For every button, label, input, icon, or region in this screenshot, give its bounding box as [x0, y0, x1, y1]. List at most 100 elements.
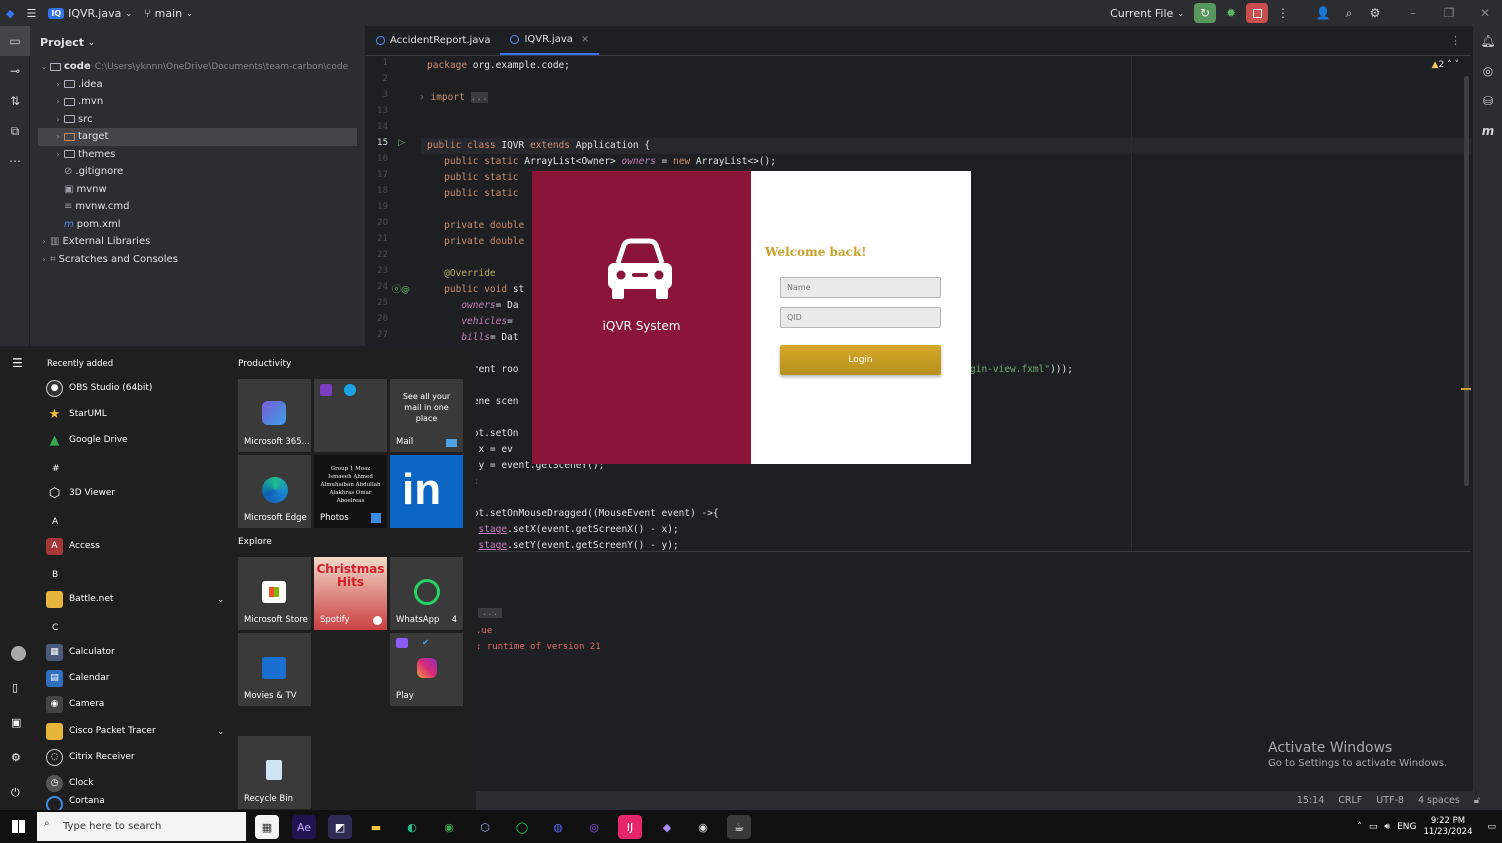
- stop-icon[interactable]: [1246, 3, 1268, 23]
- letter-heading[interactable]: C: [52, 623, 58, 633]
- rerun-icon[interactable]: ↻: [1194, 3, 1216, 23]
- minimize-icon[interactable]: –: [1402, 3, 1424, 23]
- project-header[interactable]: Project ⌄: [30, 26, 365, 58]
- pictures-icon[interactable]: ▣: [11, 716, 21, 729]
- taskbar-search-box[interactable]: ⌕ Type here to search: [37, 812, 246, 841]
- app-calendar[interactable]: ▤ Calendar: [46, 665, 226, 691]
- app-access[interactable]: A Access: [46, 533, 226, 559]
- tree-item-target[interactable]: › target: [38, 128, 357, 146]
- tile-movies-tv[interactable]: Movies & TV: [238, 633, 311, 706]
- tile-whatsapp[interactable]: WhatsApp 4: [390, 557, 463, 630]
- maven-icon[interactable]: m: [1473, 116, 1502, 146]
- chat-app-icon[interactable]: ◆: [655, 815, 679, 839]
- letter-heading[interactable]: #: [52, 464, 60, 474]
- app-3d-viewer[interactable]: ⬡ 3D Viewer: [46, 480, 226, 506]
- console-fold[interactable]: ...: [478, 608, 503, 618]
- add-user-icon[interactable]: 👤: [1312, 3, 1334, 23]
- app-calculator[interactable]: ▦ Calculator: [46, 639, 226, 665]
- tile-recycle-bin[interactable]: Recycle Bin: [238, 736, 311, 809]
- line-separator[interactable]: CRLF: [1338, 795, 1362, 806]
- app-google-drive[interactable]: ▲ Google Drive: [46, 427, 226, 453]
- app-battlenet[interactable]: Battle.net ⌄: [46, 586, 226, 612]
- tree-item-mvn[interactable]: › .mvn: [38, 93, 365, 111]
- override-gutter-icon[interactable]: ⓞ@: [392, 282, 410, 295]
- edge-taskbar-icon[interactable]: ◐: [400, 815, 424, 839]
- letter-heading[interactable]: A: [52, 517, 58, 527]
- app-citrix[interactable]: ◌ Citrix Receiver: [46, 744, 226, 770]
- warnings-indicator[interactable]: ▲2 ˄ ˅: [1432, 60, 1459, 70]
- windows-start-icon[interactable]: [12, 820, 25, 833]
- tree-item-gitignore[interactable]: ⊘ .gitignore: [38, 163, 365, 181]
- letter-heading[interactable]: B: [52, 570, 58, 580]
- run-gutter-icon[interactable]: ▷: [398, 138, 405, 148]
- debug-icon[interactable]: ✹: [1220, 3, 1242, 23]
- search-icon[interactable]: ⌕: [1338, 3, 1360, 23]
- tile-photos[interactable]: Group 1 Moaz Ismaeeh Ahmed Almuhaiban Ab…: [314, 455, 387, 528]
- close-icon[interactable]: ✕: [1474, 3, 1496, 23]
- app-cortana[interactable]: Cortana: [46, 796, 226, 810]
- project-selector[interactable]: IQ IQVR.java ⌄: [42, 0, 138, 26]
- tile-office-apps[interactable]: [314, 379, 387, 452]
- tile-microsoft-edge[interactable]: Microsoft Edge: [238, 455, 311, 528]
- notifications-icon[interactable]: 🔔︎: [1473, 26, 1502, 56]
- file-encoding[interactable]: UTF-8: [1376, 795, 1404, 806]
- gear-icon[interactable]: ⚙: [1364, 3, 1386, 23]
- chevron-up-icon[interactable]: ˄: [1357, 822, 1362, 832]
- app-camera[interactable]: ◉ Camera: [46, 691, 226, 717]
- github-desktop-icon[interactable]: ◎: [582, 815, 606, 839]
- documents-icon[interactable]: ▯: [12, 681, 18, 694]
- tree-item-mvnw[interactable]: ▣ mvnw: [38, 181, 365, 199]
- obs-taskbar-icon[interactable]: ◉: [691, 815, 715, 839]
- restore-icon[interactable]: ❐: [1438, 3, 1460, 23]
- power-icon[interactable]: ⏻: [11, 786, 20, 800]
- app-cisco[interactable]: Cisco Packet Tracer ⌄: [46, 718, 226, 744]
- run-config-selector[interactable]: Current File ⌄: [1104, 0, 1190, 26]
- login-button[interactable]: Login: [780, 345, 941, 375]
- structure-icon[interactable]: ⧉: [0, 116, 30, 146]
- database-icon[interactable]: ⛁: [1473, 86, 1502, 116]
- tab-accident-report[interactable]: AccidentReport.java: [366, 25, 500, 55]
- file-explorer-icon[interactable]: ▬: [364, 815, 388, 839]
- tile-spotify[interactable]: Christmas Hits Spotify: [314, 557, 387, 630]
- tile-microsoft-365[interactable]: Microsoft 365...: [238, 379, 311, 452]
- intellij-icon[interactable]: IJ: [618, 815, 642, 839]
- editor-scrollbar[interactable]: [1464, 76, 1469, 486]
- language-indicator[interactable]: ENG: [1397, 822, 1416, 832]
- tree-item-idea[interactable]: › .idea: [38, 76, 365, 94]
- branch-selector[interactable]: ⑂ main ⌄: [138, 0, 199, 26]
- tree-item-src[interactable]: › src: [38, 111, 365, 129]
- tab-more-icon[interactable]: ⋮: [1450, 34, 1461, 47]
- app-logo-icon[interactable]: ◆: [0, 0, 20, 26]
- more-icon[interactable]: ⋮: [1272, 3, 1294, 23]
- pull-request-icon[interactable]: ⇅: [0, 86, 30, 116]
- chrome-icon[interactable]: ◉: [437, 815, 461, 839]
- user-avatar-icon[interactable]: [11, 646, 26, 661]
- app-clock[interactable]: ◷ Clock: [46, 770, 226, 796]
- tree-item-pom[interactable]: m pom.xml: [38, 216, 365, 234]
- notification-center-icon[interactable]: ▭: [1487, 822, 1496, 832]
- visual-studio-icon[interactable]: ◩: [328, 815, 352, 839]
- network-icon[interactable]: ▭: [1369, 822, 1378, 832]
- tile-linkedin[interactable]: in: [390, 455, 463, 528]
- tree-item-mvnw-cmd[interactable]: ≡ mvnw.cmd: [38, 198, 365, 216]
- virtualbox-icon[interactable]: ⬡: [473, 815, 497, 839]
- more-tools-icon[interactable]: ⋯: [0, 146, 30, 176]
- hamburger-icon[interactable]: ☰: [12, 356, 23, 370]
- after-effects-icon[interactable]: Ae: [292, 815, 316, 839]
- tree-item-themes[interactable]: › themes: [38, 146, 365, 164]
- whatsapp-taskbar-icon[interactable]: ◯: [510, 815, 534, 839]
- tree-root[interactable]: ⌄ code C:\Users\yknnn\OneDrive\Documents\t…: [38, 58, 365, 76]
- tile-microsoft-store[interactable]: Microsoft Store: [238, 557, 311, 630]
- qid-input[interactable]: [780, 307, 941, 328]
- lock-icon[interactable]: 🔓︎: [1474, 795, 1480, 806]
- tab-iqvr[interactable]: IQVR.java ×: [500, 25, 600, 55]
- project-folder-icon[interactable]: ▭: [0, 26, 30, 56]
- commit-icon[interactable]: ⊸: [0, 56, 30, 86]
- clock[interactable]: 9:22 PM 11/23/2024: [1423, 816, 1472, 838]
- cursor-position[interactable]: 15:14: [1297, 795, 1324, 806]
- close-tab-icon[interactable]: ×: [581, 34, 589, 45]
- tree-item-scratches[interactable]: › ⌗ Scratches and Consoles: [38, 251, 365, 269]
- main-menu-icon[interactable]: ☰: [20, 0, 42, 26]
- store-taskbar-icon[interactable]: ▦: [255, 815, 279, 839]
- settings-gear-icon[interactable]: ⚙: [11, 751, 21, 764]
